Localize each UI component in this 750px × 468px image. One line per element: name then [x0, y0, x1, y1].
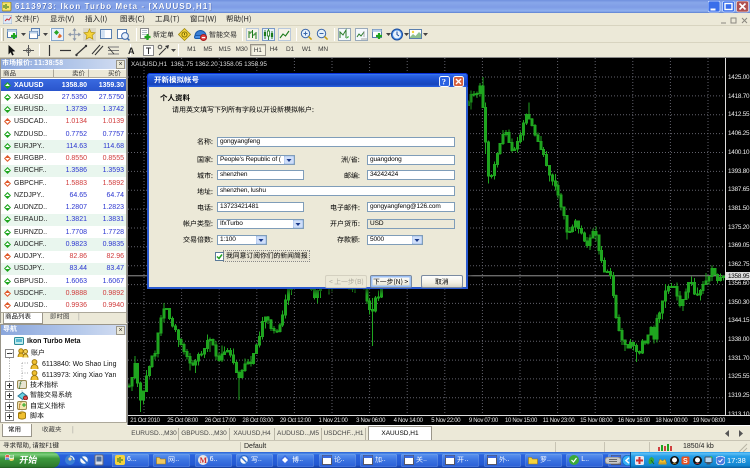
- svg-text:?: ?: [442, 76, 446, 86]
- svg-text:M: M: [199, 456, 207, 465]
- svg-text:S: S: [683, 458, 688, 465]
